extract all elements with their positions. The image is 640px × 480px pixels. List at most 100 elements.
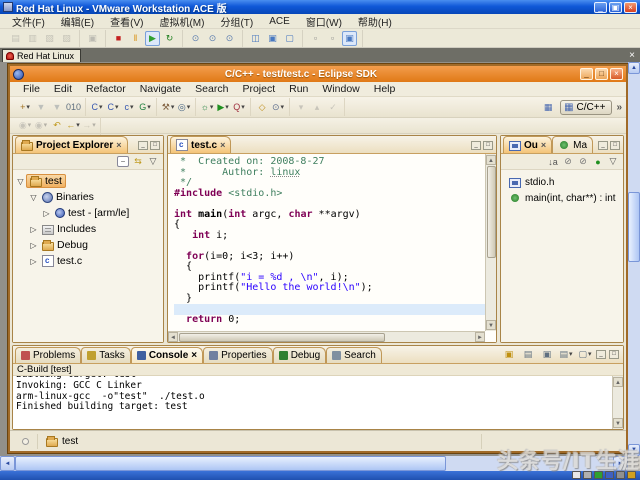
eclipse-menu-run[interactable]: Run <box>282 83 315 95</box>
minimize-button[interactable]: _ <box>594 1 607 13</box>
restore-button[interactable]: ▣ <box>609 1 622 13</box>
close-view-icon[interactable]: × <box>191 350 197 361</box>
dropdown-caret-icon[interactable]: ▾ <box>588 351 592 358</box>
dropdown-caret-icon[interactable]: ▾ <box>225 104 229 111</box>
console-view-icon[interactable]: ▢ <box>282 31 297 46</box>
save-all-icon[interactable]: ▼ <box>50 100 64 114</box>
expanded-arrow-icon[interactable]: ▽ <box>28 193 39 202</box>
power-on-icon[interactable]: ▶ <box>145 30 160 46</box>
dropdown-caret-icon[interactable]: ▾ <box>569 351 573 358</box>
eclipse-menu-refactor[interactable]: Refactor <box>79 83 133 95</box>
code-line[interactable]: printf("Hello the world!\n"); <box>174 282 485 294</box>
tab-tasks[interactable]: Tasks <box>81 347 131 363</box>
tree-item-test[interactable]: ▽ test <box>13 173 163 189</box>
dropdown-caret-icon[interactable]: ▾ <box>76 122 80 129</box>
close-view-icon[interactable]: × <box>116 140 121 150</box>
scroll-left-icon[interactable]: ◄ <box>168 332 178 342</box>
tree-item-includes[interactable]: ▷ Includes <box>13 221 163 237</box>
eclipse-close-button[interactable]: × <box>610 68 623 80</box>
vm-tab-redhat-linux[interactable]: Red Hat Linux <box>2 49 82 62</box>
collapsed-arrow-icon[interactable]: ▷ <box>28 257 39 266</box>
vm-menu-item[interactable]: 分组(T) <box>212 14 261 29</box>
outline-item[interactable]: main(int, char**) : int <box>501 190 623 206</box>
fullscreen-mode-icon[interactable]: ▫ <box>325 31 340 46</box>
appliance-icon[interactable]: ▣ <box>85 31 100 46</box>
open-perspective-icon[interactable]: ▦ <box>541 100 555 114</box>
dropdown-caret-icon[interactable]: ▾ <box>130 104 134 111</box>
dropdown-caret-icon[interactable]: ▾ <box>281 104 285 111</box>
display-selected-console-icon[interactable]: ▤ ▾ <box>559 347 573 361</box>
tab-ou[interactable]: Ou × <box>503 136 553 153</box>
vm-menu-item[interactable]: 窗口(W) <box>298 14 350 29</box>
outline-item[interactable]: stdio.h <box>501 174 623 190</box>
search-icon[interactable]: ⊙ ▾ <box>271 100 285 114</box>
console-output[interactable]: Building target: testInvoking: GCC C Lin… <box>16 376 612 429</box>
close-view-icon[interactable]: × <box>541 140 546 150</box>
code-line[interactable]: #include <stdio.h> <box>174 188 485 200</box>
dropdown-caret-icon[interactable]: ▾ <box>241 104 245 111</box>
save-icon[interactable]: ▼ <box>34 100 48 114</box>
tab-test-c[interactable]: test.c × <box>170 136 232 153</box>
collapsed-arrow-icon[interactable]: ▷ <box>41 209 52 218</box>
unity-view-icon[interactable]: ▣ <box>342 30 357 46</box>
hide-fields-icon[interactable]: ⊘ <box>562 156 574 167</box>
new-c-file-icon[interactable]: c ▾ <box>122 100 136 114</box>
power-off-icon[interactable]: ■ <box>111 31 126 46</box>
scroll-down-icon[interactable]: ▼ <box>486 320 496 330</box>
eclipse-menu-file[interactable]: File <box>16 83 47 95</box>
tab-console[interactable]: Console × <box>130 347 204 363</box>
view-menu-icon[interactable]: ▽ <box>607 156 619 167</box>
last-edit-location-icon[interactable]: ↶ <box>50 119 64 133</box>
eclipse-menu-edit[interactable]: Edit <box>47 83 79 95</box>
collapsed-arrow-icon[interactable]: ▷ <box>28 225 39 234</box>
editor-vertical-scrollbar[interactable]: ▲ ▼ <box>485 154 496 331</box>
eclipse-minimize-button[interactable]: _ <box>580 68 593 80</box>
hide-non-public-icon[interactable]: ● <box>592 157 604 167</box>
scroll-up-icon[interactable]: ▲ <box>486 155 496 165</box>
manage-snapshots-icon[interactable]: ⊙ <box>222 31 237 46</box>
dropdown-caret-icon[interactable]: ▾ <box>44 122 48 129</box>
new-cpp-project-icon[interactable]: C ▾ <box>106 100 120 114</box>
tab-project-explorer[interactable]: Project Explorer × <box>15 136 128 153</box>
tab-ma[interactable]: Ma <box>552 136 594 153</box>
editor-horizontal-scrollbar[interactable]: ◄ ► <box>168 331 485 342</box>
debug-icon[interactable]: ☼ ▾ <box>200 100 214 114</box>
code-line[interactable]: * Author: linux <box>174 167 485 179</box>
expanded-arrow-icon[interactable]: ▽ <box>15 177 26 186</box>
build-config-icon[interactable]: ◎ ▾ <box>177 100 191 114</box>
scroll-up-icon[interactable]: ▲ <box>628 62 640 74</box>
code-line[interactable]: for(i=0; i<3; i++) <box>174 251 485 263</box>
vm-tab-close-icon[interactable]: × <box>624 50 640 61</box>
open-element-icon[interactable]: ◇ <box>255 100 269 114</box>
collapse-all-icon[interactable]: − <box>117 156 129 167</box>
eclipse-maximize-button[interactable]: □ <box>595 68 608 80</box>
vm-menu-item[interactable]: 虚拟机(M) <box>151 14 212 29</box>
suspend-icon[interactable]: ‖ <box>128 31 143 46</box>
sort-icon[interactable]: ↓a <box>547 157 559 167</box>
eclipse-menu-navigate[interactable]: Navigate <box>133 83 188 95</box>
new-c-project-icon[interactable]: C ▾ <box>90 100 104 114</box>
dropdown-caret-icon[interactable]: ▾ <box>210 104 214 111</box>
next-annotation-icon[interactable]: ◉ ▾ <box>18 119 32 133</box>
quick-switch-icon[interactable]: ▫ <box>308 31 323 46</box>
show-sidebar-icon[interactable]: ◫ <box>248 31 263 46</box>
capture-movie-icon[interactable]: ▨ <box>59 31 74 46</box>
guest-vertical-scrollbar[interactable]: ▲ ▼ <box>628 62 640 456</box>
scroll-up-icon[interactable]: ▲ <box>613 377 623 387</box>
console-vertical-scrollbar[interactable]: ▲ ▼ <box>612 376 623 429</box>
perspective-chevron-icon[interactable]: » <box>616 102 622 113</box>
tab-search[interactable]: Search <box>326 347 382 363</box>
next-edit-icon[interactable]: ✓ <box>326 100 340 114</box>
dropdown-caret-icon[interactable]: ▾ <box>187 104 191 111</box>
minimize-editor-button[interactable]: _ <box>471 141 481 150</box>
code-line[interactable]: int i; <box>174 230 485 242</box>
dropdown-caret-icon[interactable]: ▾ <box>99 104 103 111</box>
console-body[interactable]: Building target: testInvoking: GCC C Lin… <box>13 376 623 429</box>
eclipse-menu-search[interactable]: Search <box>188 83 235 95</box>
eclipse-menu-project[interactable]: Project <box>235 83 282 95</box>
clear-console-icon[interactable]: ▤ <box>521 347 535 361</box>
new-wizard-icon[interactable]: + ▾ <box>18 100 32 114</box>
scroll-down-icon[interactable]: ▼ <box>613 418 623 428</box>
tree-item-debug[interactable]: ▷ Debug <box>13 237 163 253</box>
scroll-right-icon[interactable]: ► <box>475 332 485 342</box>
